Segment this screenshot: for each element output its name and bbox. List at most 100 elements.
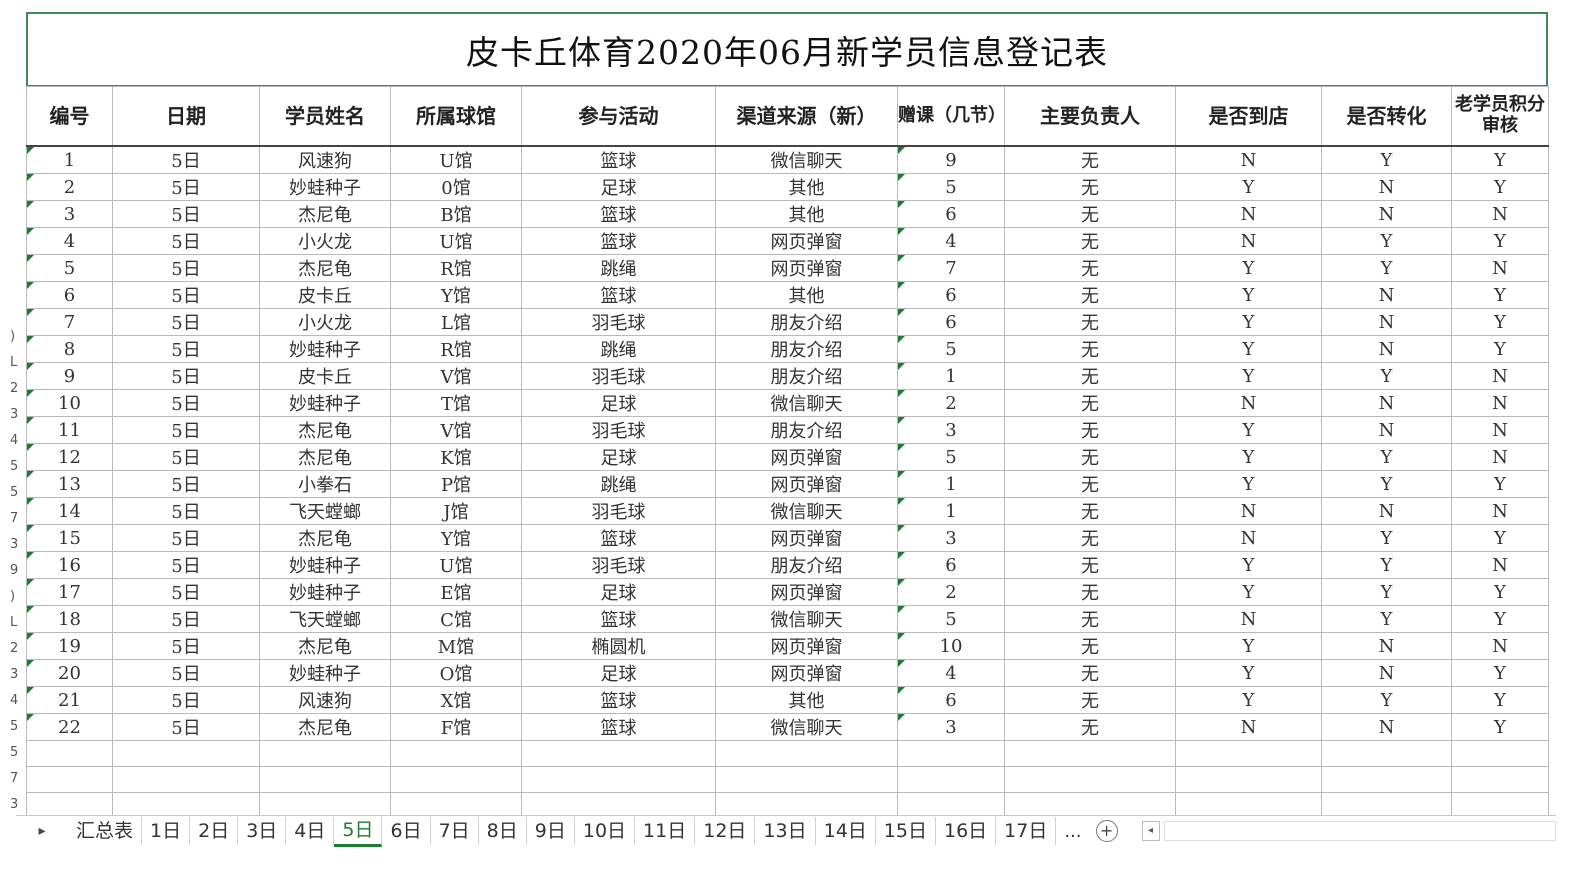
cell-id[interactable]: 13 <box>26 470 113 498</box>
sheet-tab[interactable]: 10日 <box>575 817 636 845</box>
cell-activity[interactable]: 足球 <box>521 443 716 471</box>
header-date[interactable]: 日期 <box>112 86 260 147</box>
header-free-classes[interactable]: 赠课（几节） <box>897 86 1005 147</box>
cell-owner[interactable]: 无 <box>1004 713 1176 741</box>
cell-student-name[interactable]: 飞天螳螂 <box>259 497 391 525</box>
cell-date[interactable]: 5日 <box>112 443 260 471</box>
sheet-tab[interactable]: 14日 <box>816 817 876 845</box>
cell-points-review[interactable]: Y <box>1451 281 1549 309</box>
cell-visited[interactable]: Y <box>1175 335 1322 363</box>
cell-channel[interactable]: 网页弹窗 <box>715 254 898 282</box>
cell-free-classes[interactable]: 6 <box>897 551 1005 579</box>
row-number[interactable]: L <box>10 350 20 376</box>
cell-student-name[interactable]: 小拳石 <box>259 470 391 498</box>
horizontal-scrollbar[interactable] <box>1163 821 1556 841</box>
row-number[interactable]: 7 <box>10 506 20 532</box>
cell-activity[interactable]: 篮球 <box>521 686 716 714</box>
cell-points-review[interactable]: N <box>1451 551 1549 579</box>
cell-date[interactable]: 5日 <box>112 578 260 606</box>
cell-id[interactable]: 6 <box>26 281 113 309</box>
cell-channel[interactable]: 其他 <box>715 281 898 309</box>
cell-date[interactable]: 5日 <box>112 173 260 201</box>
sheet-title-cell[interactable]: 皮卡丘体育2020年06月新学员信息登记表 <box>26 12 1548 86</box>
cell-venue[interactable]: U馆 <box>390 227 522 255</box>
cell-student-name[interactable]: 杰尼龟 <box>259 200 391 228</box>
cell-id[interactable]: 16 <box>26 551 113 579</box>
cell-activity[interactable]: 篮球 <box>521 281 716 309</box>
cell-student-name[interactable]: 杰尼龟 <box>259 713 391 741</box>
empty-cell[interactable] <box>1321 740 1452 767</box>
row-number[interactable]: 3 <box>10 532 20 558</box>
cell-venue[interactable]: T馆 <box>390 389 522 417</box>
header-activity[interactable]: 参与活动 <box>521 86 716 147</box>
cell-converted[interactable]: N <box>1321 281 1452 309</box>
cell-visited[interactable]: Y <box>1175 551 1322 579</box>
cell-id[interactable]: 17 <box>26 578 113 606</box>
cell-points-review[interactable]: Y <box>1451 173 1549 201</box>
cell-free-classes[interactable]: 9 <box>897 145 1005 174</box>
cell-visited[interactable]: Y <box>1175 578 1322 606</box>
cell-channel[interactable]: 朋友介绍 <box>715 416 898 444</box>
cell-visited[interactable]: N <box>1175 524 1322 552</box>
cell-channel[interactable]: 微信聊天 <box>715 713 898 741</box>
cell-date[interactable]: 5日 <box>112 416 260 444</box>
empty-cell[interactable] <box>897 740 1005 767</box>
cell-converted[interactable]: Y <box>1321 443 1452 471</box>
cell-visited[interactable]: Y <box>1175 308 1322 336</box>
cell-date[interactable]: 5日 <box>112 497 260 525</box>
cell-activity[interactable]: 羽毛球 <box>521 362 716 390</box>
cell-activity[interactable]: 篮球 <box>521 200 716 228</box>
cell-student-name[interactable]: 皮卡丘 <box>259 362 391 390</box>
cell-points-review[interactable]: Y <box>1451 713 1549 741</box>
empty-cell[interactable] <box>715 766 898 793</box>
cell-points-review[interactable]: N <box>1451 254 1549 282</box>
cell-student-name[interactable]: 小火龙 <box>259 308 391 336</box>
cell-date[interactable]: 5日 <box>112 713 260 741</box>
cell-venue[interactable]: C馆 <box>390 605 522 633</box>
sheet-tab[interactable]: 3日 <box>238 817 287 845</box>
cell-id[interactable]: 20 <box>26 659 113 687</box>
cell-owner[interactable]: 无 <box>1004 281 1176 309</box>
cell-converted[interactable]: Y <box>1321 605 1452 633</box>
cell-points-review[interactable]: N <box>1451 416 1549 444</box>
row-number[interactable]: L <box>10 610 20 636</box>
cell-converted[interactable]: Y <box>1321 145 1452 174</box>
cell-channel[interactable]: 朋友介绍 <box>715 335 898 363</box>
row-number[interactable]: 5 <box>10 454 20 480</box>
cell-date[interactable]: 5日 <box>112 524 260 552</box>
cell-points-review[interactable]: Y <box>1451 578 1549 606</box>
cell-visited[interactable]: N <box>1175 497 1322 525</box>
header-student-name[interactable]: 学员姓名 <box>259 86 391 147</box>
cell-student-name[interactable]: 小火龙 <box>259 227 391 255</box>
row-number[interactable]: 9 <box>10 558 20 584</box>
cell-id[interactable]: 2 <box>26 173 113 201</box>
cell-free-classes[interactable]: 5 <box>897 443 1005 471</box>
cell-visited[interactable]: N <box>1175 200 1322 228</box>
cell-owner[interactable]: 无 <box>1004 659 1176 687</box>
cell-visited[interactable]: Y <box>1175 254 1322 282</box>
cell-id[interactable]: 19 <box>26 632 113 660</box>
cell-points-review[interactable]: N <box>1451 200 1549 228</box>
cell-points-review[interactable]: Y <box>1451 686 1549 714</box>
empty-cell[interactable] <box>390 766 522 793</box>
cell-owner[interactable]: 无 <box>1004 632 1176 660</box>
cell-activity[interactable]: 跳绳 <box>521 335 716 363</box>
cell-free-classes[interactable]: 1 <box>897 362 1005 390</box>
cell-id[interactable]: 5 <box>26 254 113 282</box>
cell-converted[interactable]: N <box>1321 173 1452 201</box>
cell-venue[interactable]: V馆 <box>390 416 522 444</box>
cell-channel[interactable]: 其他 <box>715 173 898 201</box>
tab-scroll-right-icon[interactable]: ▸ <box>16 823 68 839</box>
cell-free-classes[interactable]: 3 <box>897 524 1005 552</box>
empty-cell[interactable] <box>112 766 260 793</box>
cell-free-classes[interactable]: 5 <box>897 605 1005 633</box>
sheet-tab[interactable]: 11日 <box>635 817 696 845</box>
cell-student-name[interactable]: 风速狗 <box>259 145 391 174</box>
cell-date[interactable]: 5日 <box>112 362 260 390</box>
cell-free-classes[interactable]: 2 <box>897 578 1005 606</box>
cell-id[interactable]: 21 <box>26 686 113 714</box>
cell-activity[interactable]: 篮球 <box>521 713 716 741</box>
cell-converted[interactable]: Y <box>1321 470 1452 498</box>
empty-cell[interactable] <box>259 766 391 793</box>
cell-converted[interactable]: N <box>1321 389 1452 417</box>
